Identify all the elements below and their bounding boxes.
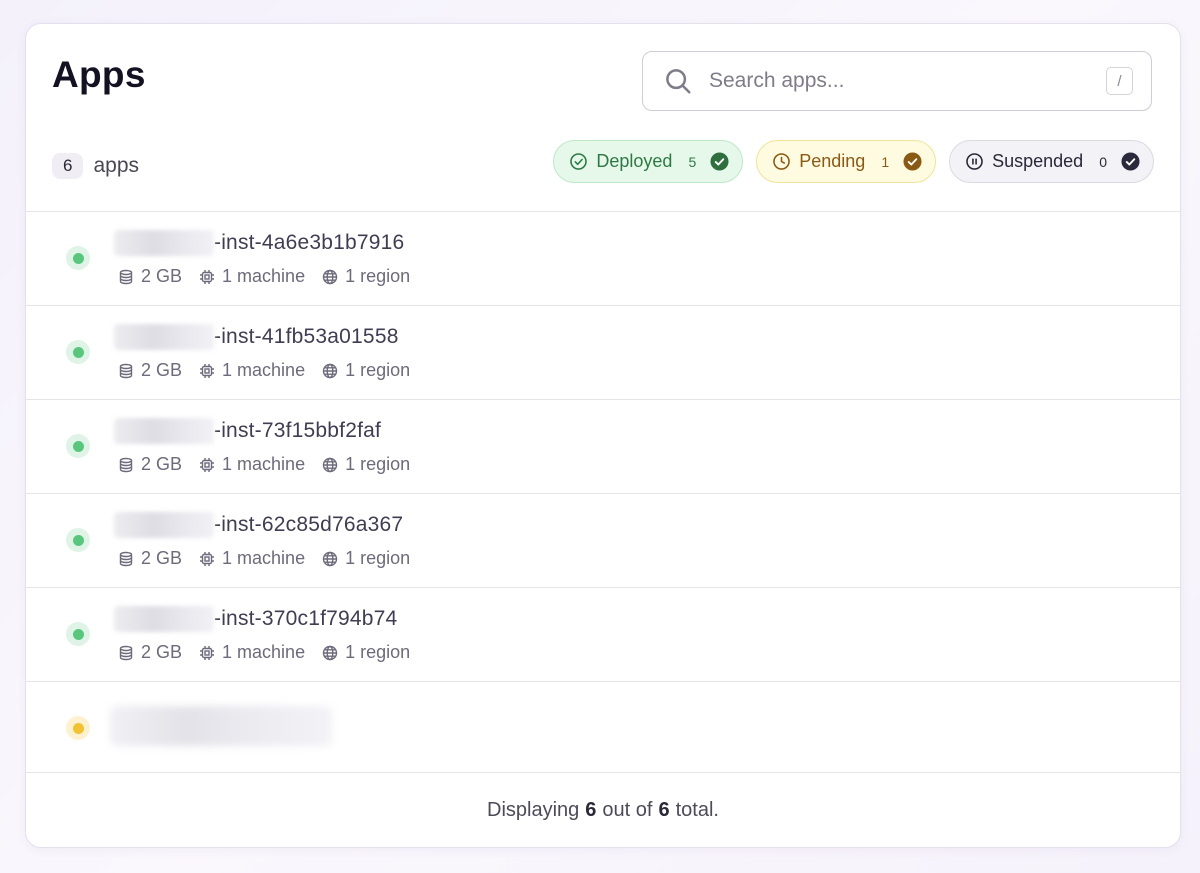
- status-indicator: [66, 246, 90, 270]
- footer-shown: 6: [585, 798, 597, 821]
- database-icon: [119, 551, 133, 566]
- search-box[interactable]: /: [642, 51, 1152, 111]
- status-indicator: [66, 434, 90, 458]
- app-name[interactable]: -inst-41fb53a01558: [214, 325, 399, 349]
- cpu-icon: [200, 363, 215, 378]
- redacted-prefix: [114, 418, 214, 444]
- app-memory: 2 GB: [141, 548, 183, 568]
- app-regions: 1 region: [345, 642, 411, 662]
- status-filters: Deployed 5 Pending 1 Suspended 0: [553, 140, 1154, 183]
- app-machines: 1 machine: [222, 454, 306, 474]
- status-indicator: [66, 622, 90, 646]
- footer-suffix: total.: [675, 798, 719, 821]
- filter-suspended-count: 0: [1099, 153, 1107, 170]
- app-regions: 1 region: [345, 454, 411, 474]
- apps-count-badge: 6: [52, 153, 84, 179]
- pagination-summary: Displaying 6 out of 6 total.: [26, 772, 1180, 847]
- app-regions: 1 region: [345, 360, 411, 380]
- app-machines: 1 machine: [222, 548, 306, 568]
- redacted-prefix: [114, 512, 214, 538]
- app-row[interactable]: -inst-41fb53a01558 2 GB 1 machine 1 regi…: [26, 305, 1180, 399]
- search-shortcut-key: /: [1106, 67, 1133, 95]
- app-regions: 1 region: [345, 266, 411, 286]
- app-row[interactable]: -inst-73f15bbf2faf 2 GB 1 machine 1 regi…: [26, 399, 1180, 493]
- globe-icon: [322, 269, 338, 284]
- filter-deployed-label: Deployed: [596, 151, 673, 171]
- filter-deployed[interactable]: Deployed 5: [553, 140, 744, 183]
- database-icon: [119, 645, 133, 660]
- clock-icon: [772, 152, 791, 171]
- checked-icon: [903, 152, 922, 171]
- app-row[interactable]: -inst-370c1f794b74 2 GB 1 machine 1 regi…: [26, 587, 1180, 681]
- apps-card: Apps / 6 apps Deployed 5 Pending 1: [25, 23, 1181, 848]
- checked-icon: [1121, 152, 1140, 171]
- filter-pending-count: 1: [881, 153, 890, 170]
- check-circle-icon: [569, 152, 588, 171]
- globe-icon: [322, 363, 338, 378]
- footer-prefix: Displaying: [487, 798, 580, 821]
- app-memory: 2 GB: [141, 454, 183, 474]
- page-title: Apps: [52, 54, 146, 95]
- footer-middle: out of: [602, 798, 653, 821]
- search-icon: [663, 66, 693, 96]
- pause-circle-icon: [965, 152, 984, 171]
- redacted-prefix: [114, 606, 214, 632]
- app-name[interactable]: -inst-4a6e3b1b7916: [214, 231, 404, 255]
- app-memory: 2 GB: [141, 266, 183, 286]
- app-name[interactable]: -inst-370c1f794b74: [214, 607, 397, 631]
- app-regions: 1 region: [345, 548, 411, 568]
- globe-icon: [322, 551, 338, 566]
- apps-count-label: apps: [93, 154, 140, 177]
- filter-pending-label: Pending: [799, 151, 866, 171]
- status-indicator: [66, 340, 90, 364]
- globe-icon: [322, 457, 338, 472]
- app-row[interactable]: -inst-4a6e3b1b7916 2 GB 1 machine 1 regi…: [26, 211, 1180, 305]
- database-icon: [119, 457, 133, 472]
- app-name[interactable]: -inst-62c85d76a367: [214, 513, 403, 537]
- app-row[interactable]: -inst-62c85d76a367 2 GB 1 machine 1 regi…: [26, 493, 1180, 587]
- app-machines: 1 machine: [222, 642, 306, 662]
- app-machines: 1 machine: [222, 266, 306, 286]
- app-name[interactable]: -inst-73f15bbf2faf: [214, 419, 381, 443]
- app-memory: 2 GB: [141, 360, 183, 380]
- filter-suspended-label: Suspended: [992, 151, 1084, 171]
- filter-suspended[interactable]: Suspended 0: [949, 140, 1154, 183]
- database-icon: [119, 269, 133, 284]
- filter-deployed-count: 5: [688, 153, 697, 170]
- status-indicator: [66, 716, 90, 740]
- filter-pending[interactable]: Pending 1: [756, 140, 937, 183]
- redacted-prefix: [114, 324, 214, 350]
- cpu-icon: [200, 645, 215, 660]
- checked-icon: [710, 152, 729, 171]
- redacted-prefix: [114, 230, 214, 256]
- database-icon: [119, 363, 133, 378]
- globe-icon: [322, 645, 338, 660]
- app-row[interactable]: [26, 681, 1180, 775]
- app-machines: 1 machine: [222, 360, 306, 380]
- search-input[interactable]: [707, 68, 1106, 94]
- apps-count: 6 apps: [52, 153, 139, 179]
- footer-total: 6: [658, 798, 670, 821]
- cpu-icon: [200, 457, 215, 472]
- redacted-app-name: [110, 706, 332, 746]
- cpu-icon: [200, 551, 215, 566]
- apps-list: -inst-4a6e3b1b7916 2 GB 1 machine 1 regi…: [26, 211, 1180, 775]
- app-memory: 2 GB: [141, 642, 183, 662]
- status-indicator: [66, 528, 90, 552]
- cpu-icon: [200, 269, 215, 284]
